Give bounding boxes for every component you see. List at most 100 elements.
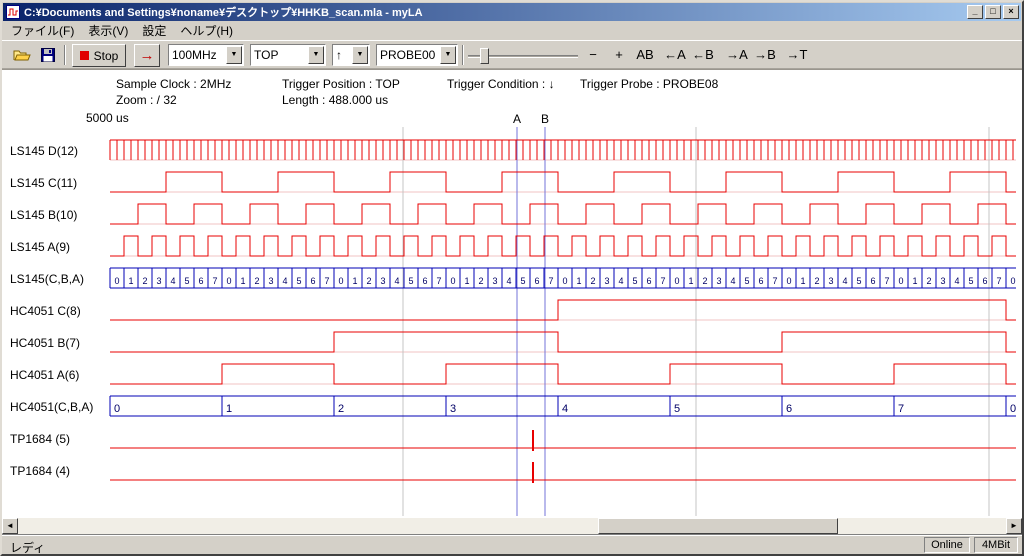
marker-b-label: B xyxy=(541,112,549,126)
bus-value: 6 xyxy=(534,276,539,286)
save-file-button[interactable] xyxy=(36,44,60,66)
floppy-disk-icon xyxy=(41,48,55,62)
bus-value: 5 xyxy=(632,276,637,286)
menu-file[interactable]: ファイル(F) xyxy=(4,20,81,41)
window-controls: _ □ × xyxy=(965,5,1019,19)
bus-value: 0 xyxy=(898,276,903,286)
scrollbar-thumb[interactable] xyxy=(598,518,838,534)
minimize-button[interactable]: _ xyxy=(967,5,983,19)
bus-value: 0 xyxy=(786,276,791,286)
bus-value: 4 xyxy=(282,276,287,286)
bus-value: 1 xyxy=(240,276,245,286)
menu-settings[interactable]: 設定 xyxy=(135,20,173,41)
bus-value: 1 xyxy=(576,276,581,286)
waveform-6 xyxy=(110,332,1016,352)
scroll-right-button[interactable]: ► xyxy=(1006,518,1022,534)
toolbar: Stop → 100MHz ▼ TOP ▼ ↑ ▼ PROBE00 ▼ − + … xyxy=(2,40,1022,69)
bus-value: 5 xyxy=(408,276,413,286)
bus-value: 4 xyxy=(730,276,735,286)
bus-value: 0 xyxy=(450,276,455,286)
bus-value: 1 xyxy=(352,276,357,286)
bus-value: 0 xyxy=(562,276,567,286)
goto-trigger-button[interactable]: →T xyxy=(784,44,810,66)
scrollbar-track[interactable] xyxy=(18,518,1006,534)
ab-button[interactable]: AB xyxy=(632,44,658,66)
chevron-down-icon[interactable]: ▼ xyxy=(352,46,368,64)
bus-value: 6 xyxy=(758,276,763,286)
trigger-probe-combo[interactable]: PROBE00 ▼ xyxy=(376,44,458,66)
bus-value: 4 xyxy=(506,276,511,286)
maximize-button[interactable]: □ xyxy=(985,5,1001,19)
chevron-down-icon[interactable]: ▼ xyxy=(440,46,456,64)
status-memory-badge: 4MBit xyxy=(974,537,1018,553)
title-bar[interactable]: C:¥Documents and Settings¥noname¥デスクトップ¥… xyxy=(3,3,1021,21)
trigger-position-combo-value: TOP xyxy=(254,47,278,63)
waveform-0 xyxy=(110,140,1016,160)
horizontal-scrollbar[interactable]: ◄ ► xyxy=(2,518,1022,534)
menu-help[interactable]: ヘルプ(H) xyxy=(173,20,240,41)
bus-value: 7 xyxy=(884,276,889,286)
toolbar-separator xyxy=(462,45,464,65)
bus-value: 3 xyxy=(828,276,833,286)
bus-value: 2 xyxy=(926,276,931,286)
bus-value: 2 xyxy=(590,276,595,286)
bus-value: 0 xyxy=(674,276,679,286)
goto-marker-b-fwd-button[interactable]: →B xyxy=(752,44,778,66)
sample-clock-combo[interactable]: 100MHz ▼ xyxy=(168,44,244,66)
bus-value: 1 xyxy=(800,276,805,286)
app-window: C:¥Documents and Settings¥noname¥デスクトップ¥… xyxy=(0,0,1024,556)
waveform-1 xyxy=(110,172,1016,192)
open-file-button[interactable] xyxy=(10,44,34,66)
bus-value: 2 xyxy=(702,276,707,286)
bus-value: 6 xyxy=(786,403,792,415)
bus-value: 0 xyxy=(114,276,119,286)
run-button[interactable]: → xyxy=(134,44,160,67)
bus-value: 6 xyxy=(310,276,315,286)
trigger-position-combo[interactable]: TOP ▼ xyxy=(250,44,326,66)
stop-button-label: Stop xyxy=(94,49,119,63)
menu-bar: ファイル(F) 表示(V) 設定 ヘルプ(H) xyxy=(2,21,1022,40)
bus-value: 3 xyxy=(492,276,497,286)
zoom-out-button[interactable]: − xyxy=(582,44,604,66)
toolbar-separator xyxy=(64,45,66,65)
bus-value: 0 xyxy=(338,276,343,286)
bus-value: 2 xyxy=(366,276,371,286)
zoom-slider-thumb[interactable] xyxy=(480,48,489,64)
bus-value: 3 xyxy=(450,403,456,415)
scroll-left-button[interactable]: ◄ xyxy=(2,518,18,534)
waveform-7 xyxy=(110,364,1016,384)
waveform-5 xyxy=(110,300,1016,320)
bus-value: 4 xyxy=(562,403,568,415)
bus-value: 7 xyxy=(898,403,904,415)
close-button[interactable]: × xyxy=(1003,5,1019,19)
bus-value: 4 xyxy=(954,276,959,286)
waveform-3 xyxy=(110,236,1016,256)
trigger-edge-combo-value: ↑ xyxy=(336,47,342,63)
bus-value: 0 xyxy=(1010,276,1015,286)
bus-value: 0 xyxy=(1010,403,1016,415)
goto-marker-b-back-button[interactable]: ←B xyxy=(690,44,716,66)
bus-value: 5 xyxy=(184,276,189,286)
goto-marker-a-back-button[interactable]: ←A xyxy=(662,44,688,66)
goto-marker-a-fwd-button[interactable]: →A xyxy=(724,44,750,66)
menu-view[interactable]: 表示(V) xyxy=(81,20,135,41)
chevron-down-icon[interactable]: ▼ xyxy=(226,46,242,64)
bus-value: 3 xyxy=(268,276,273,286)
chevron-down-icon[interactable]: ▼ xyxy=(308,46,324,64)
trigger-edge-combo[interactable]: ↑ ▼ xyxy=(332,44,370,66)
bus-value: 1 xyxy=(464,276,469,286)
bus-value: 3 xyxy=(156,276,161,286)
bus-value: 0 xyxy=(114,403,120,415)
run-arrow-icon: → xyxy=(140,48,155,63)
bus-value: 6 xyxy=(646,276,651,286)
zoom-in-button[interactable]: + xyxy=(608,44,630,66)
waveform-2 xyxy=(110,204,1016,224)
bus-value: 3 xyxy=(380,276,385,286)
bus-value: 5 xyxy=(856,276,861,286)
bus-value: 6 xyxy=(982,276,987,286)
stop-button[interactable]: Stop xyxy=(72,44,126,67)
bus-value: 7 xyxy=(212,276,217,286)
bus-value: 7 xyxy=(324,276,329,286)
bus-value: 6 xyxy=(870,276,875,286)
bus-value: 7 xyxy=(548,276,553,286)
